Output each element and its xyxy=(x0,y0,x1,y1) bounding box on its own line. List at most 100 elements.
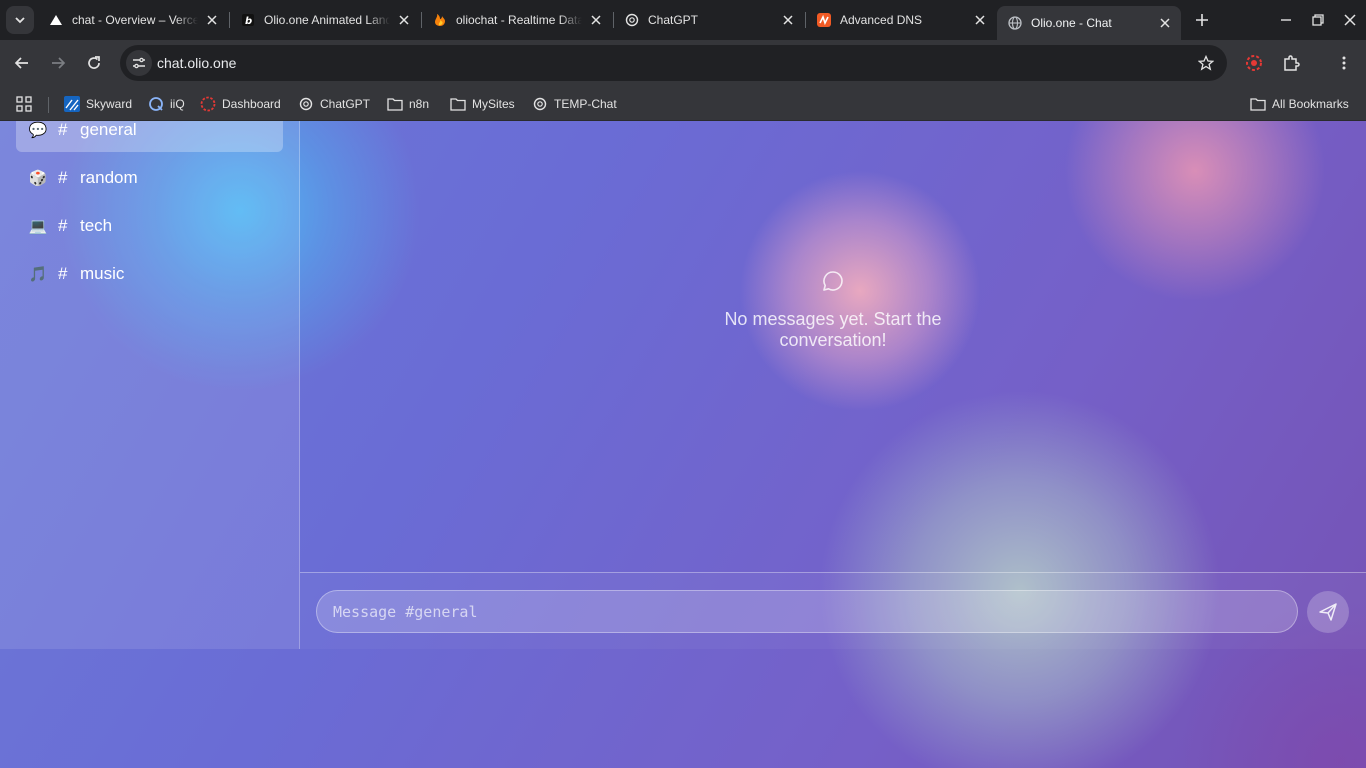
chevron-down-icon xyxy=(15,17,25,24)
tab-strip: chat - Overview – Vercel b Olio.one Anim… xyxy=(0,0,1366,40)
laptop-icon: 💻 xyxy=(28,218,48,235)
address-bar[interactable]: chat.olio.one xyxy=(120,45,1227,81)
message-input[interactable] xyxy=(316,590,1298,633)
openai-icon xyxy=(532,96,548,112)
bookmark-label: TEMP-Chat xyxy=(554,97,617,111)
dice-icon: 🎲 xyxy=(28,170,48,187)
namecheap-icon xyxy=(816,12,832,28)
bookmark-iiq[interactable]: iiQ xyxy=(148,92,185,116)
channel-tech[interactable]: 💻 # tech xyxy=(16,204,283,248)
tab-advanced-dns[interactable]: Advanced DNS xyxy=(806,6,996,34)
reload-button[interactable] xyxy=(82,51,106,75)
extension-button[interactable] xyxy=(1242,51,1266,75)
all-bookmarks-label: All Bookmarks xyxy=(1272,97,1349,111)
forward-button[interactable] xyxy=(46,51,70,75)
close-window-button[interactable] xyxy=(1338,8,1362,32)
site-info-button[interactable] xyxy=(126,50,152,76)
apps-button[interactable] xyxy=(16,92,32,116)
tab-title: Olio.one Animated Landing xyxy=(264,13,390,27)
tab-title: ChatGPT xyxy=(648,13,699,27)
close-icon xyxy=(1344,14,1356,26)
vercel-icon xyxy=(48,12,64,28)
channel-name: random xyxy=(80,168,138,187)
close-icon[interactable] xyxy=(588,12,604,28)
close-icon[interactable] xyxy=(972,12,988,28)
close-icon[interactable] xyxy=(396,12,412,28)
message-composer xyxy=(300,572,1366,649)
more-vert-icon xyxy=(1342,56,1346,70)
chat-page: 💬 # general 🎲 # random 💻 # tech 🎵 # musi… xyxy=(0,121,1366,768)
bookmark-folder-n8n[interactable]: n8n xyxy=(387,92,429,116)
close-icon[interactable] xyxy=(780,12,796,28)
music-note-icon: 🎵 xyxy=(28,266,48,283)
tab-vercel[interactable]: chat - Overview – Vercel xyxy=(38,6,228,34)
bookmark-label: ChatGPT xyxy=(320,97,371,111)
star-icon xyxy=(1198,55,1214,71)
chat-bubble-icon xyxy=(823,271,843,291)
browser-toolbar: chat.olio.one xyxy=(0,40,1366,86)
speech-bubble-icon: 💬 xyxy=(28,122,48,139)
hash-icon: # xyxy=(58,168,68,187)
apps-grid-icon xyxy=(16,96,32,112)
bookmark-folder-mysites[interactable]: MySites xyxy=(450,92,515,116)
extension-badge-icon xyxy=(1246,55,1262,71)
bookmarks-bar: Skyward iiQ Dashboard ChatGPT n8n MySite… xyxy=(0,86,1366,121)
tab-search-button[interactable] xyxy=(6,6,34,34)
tab-title: oliochat - Realtime Database xyxy=(456,13,582,27)
tab-title: chat - Overview – Vercel xyxy=(72,13,198,27)
puzzle-icon xyxy=(1284,55,1300,71)
bookmark-label: Skyward xyxy=(86,97,133,111)
close-icon[interactable] xyxy=(204,12,220,28)
empty-state: No messages yet. Start the conversation! xyxy=(700,269,966,351)
bookmark-label: Dashboard xyxy=(222,97,281,111)
tab-olio-landing[interactable]: b Olio.one Animated Landing xyxy=(230,6,420,34)
bookmark-skyward[interactable]: Skyward xyxy=(64,92,132,116)
folder-icon xyxy=(387,96,403,112)
bookmark-dashboard[interactable]: Dashboard xyxy=(200,92,281,116)
arrow-right-icon xyxy=(52,57,66,69)
extensions-button[interactable] xyxy=(1279,51,1303,75)
back-button[interactable] xyxy=(10,51,34,75)
tab-chatgpt[interactable]: ChatGPT xyxy=(614,6,804,34)
bookmark-star-button[interactable] xyxy=(1197,54,1215,72)
bookmark-label: iiQ xyxy=(170,97,185,111)
dashboard-icon xyxy=(200,96,216,112)
arrow-left-icon xyxy=(14,57,28,69)
new-tab-button[interactable] xyxy=(1190,8,1214,32)
bookmark-chatgpt[interactable]: ChatGPT xyxy=(298,92,370,116)
channel-music[interactable]: 🎵 # music xyxy=(16,252,283,296)
tab-oliochat-firebase[interactable]: oliochat - Realtime Database xyxy=(422,6,612,34)
hash-icon: # xyxy=(58,264,68,283)
folder-icon xyxy=(450,96,466,112)
tab-title: Advanced DNS xyxy=(840,13,923,27)
menu-button[interactable] xyxy=(1332,51,1356,75)
openai-icon xyxy=(298,96,314,112)
minimize-icon xyxy=(1281,19,1291,21)
openai-icon xyxy=(624,12,640,28)
restore-button[interactable] xyxy=(1306,8,1330,32)
send-button[interactable] xyxy=(1307,591,1349,633)
channel-name: general xyxy=(80,121,137,139)
message-area: No messages yet. Start the conversation! xyxy=(300,121,1366,649)
svg-text:b: b xyxy=(245,16,252,27)
tab-olio-chat[interactable]: Olio.one - Chat xyxy=(997,6,1181,40)
close-icon[interactable] xyxy=(1157,15,1173,31)
all-bookmarks-button[interactable]: All Bookmarks xyxy=(1250,92,1349,116)
reload-icon xyxy=(88,56,100,69)
send-icon xyxy=(1319,603,1337,621)
hash-icon: # xyxy=(58,121,68,139)
channel-sidebar: 💬 # general 🎲 # random 💻 # tech 🎵 # musi… xyxy=(0,121,300,649)
bookmark-temp-chat[interactable]: TEMP-Chat xyxy=(532,92,617,116)
channel-random[interactable]: 🎲 # random xyxy=(16,156,283,200)
bookmark-label: MySites xyxy=(472,97,515,111)
empty-state-text: No messages yet. Start the conversation! xyxy=(724,309,942,350)
folder-icon xyxy=(1250,96,1266,112)
url-text[interactable]: chat.olio.one xyxy=(157,55,236,71)
bolt-icon: b xyxy=(240,12,256,28)
plus-icon xyxy=(1196,14,1208,26)
tab-title: Olio.one - Chat xyxy=(1031,16,1112,30)
minimize-button[interactable] xyxy=(1274,8,1298,32)
channel-name: tech xyxy=(80,216,113,235)
iiq-icon xyxy=(148,96,164,112)
channel-general[interactable]: 💬 # general xyxy=(16,121,283,152)
